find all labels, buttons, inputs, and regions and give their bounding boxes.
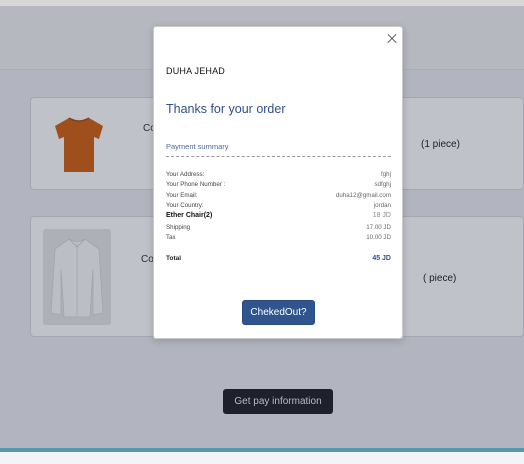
total-value: 45 JD bbox=[372, 255, 391, 262]
checkout-button[interactable]: ChekedOut? bbox=[242, 300, 315, 325]
summary-label: Your Country: bbox=[166, 202, 204, 209]
summary-row-email: Your Email: duha12@gmail.com bbox=[166, 192, 391, 202]
summary-row-address: Your Address: fghj bbox=[166, 171, 391, 181]
customer-name: DUHA JEHAD bbox=[166, 66, 226, 76]
summary-value: duha12@gmail.com bbox=[335, 192, 391, 199]
summary-label: Shipping bbox=[166, 224, 191, 231]
summary-value: 18 JD bbox=[372, 212, 391, 219]
summary-value: sdfghj bbox=[374, 181, 391, 188]
summary-row-country: Your Country: jordan bbox=[166, 202, 391, 212]
summary-row-shipping: Shipping 17.00 JD bbox=[166, 224, 391, 234]
summary-label: Tax bbox=[166, 234, 176, 241]
summary-row-phone: Your Phone Number : sdfghj bbox=[166, 181, 391, 191]
summary-label: Your Phone Number : bbox=[166, 181, 226, 188]
summary-label: Your Address: bbox=[166, 171, 205, 178]
modal-title: Thanks for your order bbox=[166, 102, 286, 116]
summary-label: Ether Chair(2) bbox=[166, 212, 213, 219]
summary-value: fghj bbox=[381, 171, 391, 178]
total-label: Total bbox=[166, 255, 182, 262]
close-icon[interactable] bbox=[385, 32, 399, 46]
payment-summary-heading: Payment summary bbox=[166, 142, 229, 151]
summary-row-total: Total 45 JD bbox=[166, 255, 391, 265]
summary-value: 10.00 JD bbox=[366, 234, 391, 241]
footer bbox=[0, 452, 524, 464]
summary-label: Your Email: bbox=[166, 192, 198, 199]
order-summary-modal: DUHA JEHAD Thanks for your order Payment… bbox=[153, 26, 403, 339]
summary-value: jordan bbox=[373, 202, 391, 209]
divider bbox=[166, 156, 391, 157]
summary-row-tax: Tax 10.00 JD bbox=[166, 234, 391, 244]
summary-value: 17.00 JD bbox=[366, 224, 391, 231]
summary-row-item: Ether Chair(2) 18 JD bbox=[166, 212, 391, 222]
